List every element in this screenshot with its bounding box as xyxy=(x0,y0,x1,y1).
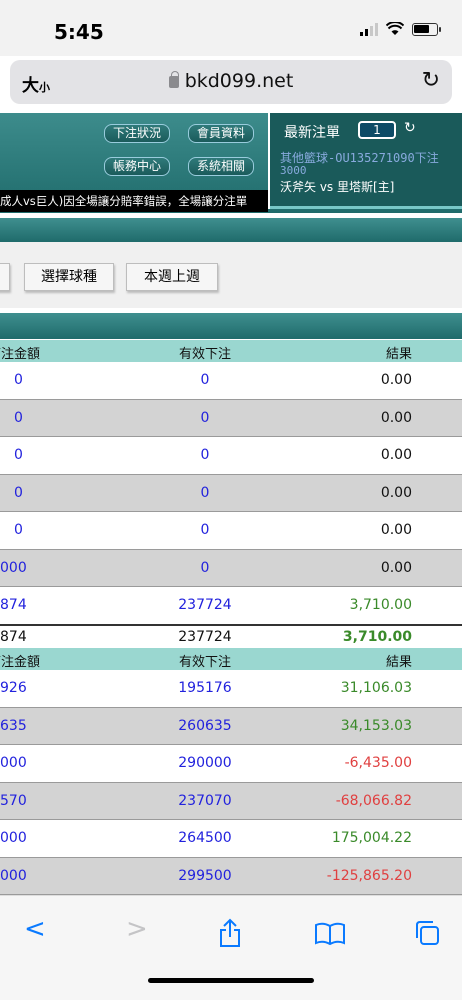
section-band-lower xyxy=(0,313,462,339)
cell-amount[interactable]: 874 xyxy=(0,597,56,613)
cell-result: 3,710.00 xyxy=(349,597,412,613)
table-row: 0 0 0.00 xyxy=(0,437,462,475)
home-indicator xyxy=(148,978,314,983)
url-display[interactable]: bkd099.net xyxy=(10,70,452,92)
header-amount: 下注金額 xyxy=(0,347,41,362)
section-band xyxy=(0,218,462,242)
cell-result: 34,153.03 xyxy=(340,718,412,734)
reload-icon[interactable]: ↻ xyxy=(422,68,440,93)
cell-result: -6,435.00 xyxy=(344,755,412,771)
latest-bet-amount: 3000 xyxy=(280,164,307,177)
latest-bet-title: 最新注單 xyxy=(284,125,340,141)
cell-amount[interactable]: 926 xyxy=(0,680,56,696)
signal-icon xyxy=(360,22,378,36)
total-amount: 874 xyxy=(0,629,27,645)
cell-amount[interactable]: 570 xyxy=(0,793,56,809)
tabs-icon[interactable] xyxy=(414,920,440,946)
status-icons xyxy=(360,22,441,36)
table-row: 0 0 0.00 xyxy=(0,512,462,550)
cell-amount[interactable]: 0 xyxy=(14,485,70,501)
table-row: 926 195176 31,106.03 xyxy=(0,670,462,708)
table-row: 000 299500 -125,865.20 xyxy=(0,857,462,895)
cell-result: 31,106.03 xyxy=(340,680,412,696)
account-center-button[interactable]: 帳務中心 xyxy=(104,157,171,176)
cell-result: 0.00 xyxy=(380,447,412,463)
cell-amount[interactable]: 000 xyxy=(0,755,56,771)
latest-bet-panel: 最新注單 1 ↻ 其他籃球-OU135271090下注 3000 沃斧矢 vs … xyxy=(268,113,462,209)
table-row: 0 0 0.00 xyxy=(0,474,462,512)
refresh-icon[interactable]: ↻ xyxy=(404,120,416,136)
latest-bet-count: 1 xyxy=(358,121,396,139)
cell-result: 0.00 xyxy=(380,560,412,576)
header-result: 結果 xyxy=(385,347,412,362)
table-row: 635 260635 34,153.03 xyxy=(0,707,462,745)
table-row: 0 0 0.00 xyxy=(0,362,462,400)
cell-result: 0.00 xyxy=(380,522,412,538)
forward-icon: > xyxy=(126,914,148,944)
prev-filter-button[interactable] xyxy=(0,263,10,291)
announcement-marquee: 成人vs巨人)因全場讓分賠率錯誤，全場讓分注單 xyxy=(0,190,268,212)
status-bar: 5:45 xyxy=(0,0,462,56)
select-sport-button[interactable]: 選擇球種 xyxy=(24,263,114,291)
total-result: 3,710.00 xyxy=(342,629,412,645)
table-row: 000 290000 -6,435.00 xyxy=(0,745,462,783)
cell-result: 0.00 xyxy=(380,485,412,501)
table-row: 000 264500 175,004.22 xyxy=(0,820,462,858)
status-time: 5:45 xyxy=(54,20,104,44)
address-bar[interactable]: 大小 bkd099.net ↻ xyxy=(10,60,452,104)
header-result: 結果 xyxy=(385,655,412,670)
cell-amount[interactable]: 0 xyxy=(14,447,70,463)
cell-result: -68,066.82 xyxy=(335,793,412,809)
lock-icon xyxy=(168,71,179,88)
cell-amount[interactable]: 000 xyxy=(0,868,56,884)
cell-result: 0.00 xyxy=(380,410,412,426)
table-row: 570 237070 -68,066.82 xyxy=(0,782,462,820)
table-header: 下注金額 有效下注 結果 xyxy=(0,340,462,362)
back-icon[interactable]: < xyxy=(24,914,46,944)
cell-amount[interactable]: 0 xyxy=(14,372,70,388)
cell-result: 175,004.22 xyxy=(331,830,412,846)
table-row: 0 0 0.00 xyxy=(0,399,462,437)
cell-amount[interactable]: 635 xyxy=(0,718,56,734)
table-row: 000 0 0.00 xyxy=(0,549,462,587)
cell-result: 0.00 xyxy=(380,372,412,388)
system-button[interactable]: 系統相關 xyxy=(188,157,255,176)
member-info-button[interactable]: 會員資料 xyxy=(188,124,255,143)
panel-divider xyxy=(270,206,462,209)
table-row: 874 237724 3,710.00 xyxy=(0,587,462,625)
battery-icon xyxy=(412,22,441,36)
cell-amount[interactable]: 000 xyxy=(0,830,56,846)
bookmarks-icon[interactable] xyxy=(314,922,346,946)
wifi-icon xyxy=(386,22,404,35)
header-amount: 下注金額 xyxy=(0,655,41,670)
cell-amount[interactable]: 0 xyxy=(14,522,70,538)
cell-result: -125,865.20 xyxy=(326,868,412,884)
browser-toolbar: < > xyxy=(0,895,462,1000)
bet-status-button[interactable]: 下注狀況 xyxy=(104,124,171,143)
cell-amount[interactable]: 0 xyxy=(14,410,70,426)
cell-amount[interactable]: 000 xyxy=(0,560,56,576)
total-row: 874 237724 3,710.00 xyxy=(0,624,462,648)
share-icon[interactable] xyxy=(218,918,242,948)
latest-bet-match: 沃斧矢 vs 里塔斯[主] xyxy=(280,180,395,194)
week-toggle-button[interactable]: 本週上週 xyxy=(126,263,218,291)
table-header: 下注金額 有效下注 結果 xyxy=(0,648,462,670)
